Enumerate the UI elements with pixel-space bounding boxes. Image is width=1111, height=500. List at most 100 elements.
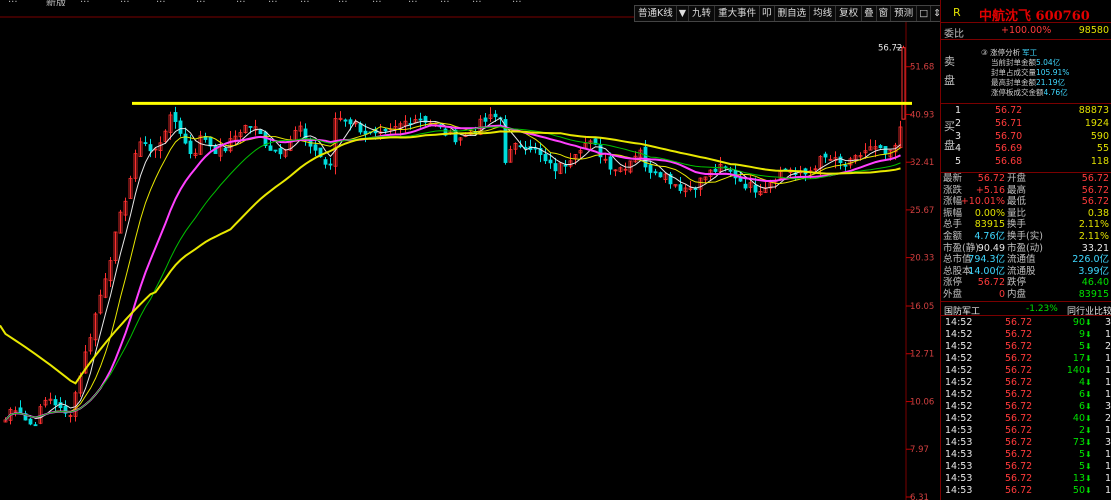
- tick-count: 2: [1104, 341, 1111, 352]
- quote-value: 226.0亿: [1072, 254, 1109, 266]
- candle-body: [313, 144, 318, 151]
- quote-label: 振幅: [943, 207, 963, 219]
- tick-row[interactable]: 14:53 56.72 73 ⬇ 3: [943, 437, 1111, 449]
- window-button[interactable]: 窗: [877, 6, 892, 21]
- tick-row[interactable]: 14:53 56.72 2 ⬇ 1: [943, 425, 1111, 437]
- buy-level-row[interactable]: 3 56.70 590: [955, 131, 1109, 143]
- quote-label: 金额: [943, 231, 963, 242]
- down-arrow-icon: ⬇: [1085, 486, 1092, 495]
- candles-group: [3, 106, 903, 427]
- tick-count: 3: [1104, 401, 1111, 412]
- tick-volume: 5: [1078, 461, 1085, 472]
- kline-type-select[interactable]: 普通K线: [635, 6, 677, 21]
- chart-toolbar: 普通K线▼九转重大事件叩删自选均线复权叠窗预测□⇕◂▾: [634, 5, 965, 22]
- tick-count: 3: [1104, 317, 1111, 328]
- tick-row[interactable]: 14:53 56.72 13 ⬇ 1: [943, 473, 1111, 485]
- tick-time: 14:53: [945, 485, 973, 496]
- tick-volume: 5: [1078, 341, 1085, 352]
- candle-body: [553, 163, 558, 172]
- tip-sector: 军工: [1022, 48, 1038, 57]
- buy-level-row[interactable]: 1 56.72 88873: [955, 105, 1109, 117]
- tick-price: 56.72: [1005, 425, 1033, 436]
- tick-row[interactable]: 14:52 56.72 6 ⬇ 3: [943, 401, 1111, 413]
- down-arrow-icon: ⬇: [1085, 414, 1092, 423]
- down-arrow-icon: ⬇: [1085, 438, 1092, 447]
- down-arrow-icon: ⬇: [1085, 402, 1092, 411]
- candle-body: [33, 424, 38, 427]
- y-tick-label: 25.67: [910, 206, 934, 216]
- down-arrow-icon: ⬇: [1085, 342, 1092, 351]
- quote-label: 总股本: [943, 265, 972, 277]
- quote-value: 2.11%: [1078, 219, 1109, 231]
- adjust-button[interactable]: 复权: [836, 6, 863, 21]
- candle-body: [278, 148, 283, 155]
- ma30-line: [5, 126, 901, 421]
- tick-volume: 73: [1072, 437, 1085, 448]
- forecast-button[interactable]: 预测: [891, 6, 918, 21]
- down-arrow-icon: ⬇: [1085, 318, 1092, 327]
- sell-label-top: 卖: [944, 55, 955, 68]
- tick-count: 1: [1104, 365, 1111, 376]
- tip-key: 涨停板成交金额: [991, 88, 1044, 97]
- candle-body: [548, 159, 553, 164]
- square-icon[interactable]: □: [917, 6, 932, 21]
- buy-level-row[interactable]: 5 56.68 118: [955, 156, 1109, 168]
- major-events-button[interactable]: 重大事件: [715, 6, 761, 21]
- buy-level-index: 1: [955, 105, 962, 116]
- tick-row[interactable]: 14:53 56.72 5 ⬇ 1: [943, 449, 1111, 461]
- overlay-button[interactable]: 叠: [862, 6, 877, 21]
- tick-row[interactable]: 14:52 56.72 6 ⬇ 1: [943, 389, 1111, 401]
- quote-label: 换手: [1007, 219, 1027, 231]
- tick-row[interactable]: 14:52 56.72 4 ⬇ 1: [943, 377, 1111, 389]
- tick-count: 3: [1104, 437, 1111, 448]
- quote-value: 4.76亿: [974, 231, 1005, 242]
- candle-body: [838, 156, 843, 163]
- tick-row[interactable]: 14:53 56.72 5 ⬇ 1: [943, 461, 1111, 473]
- flag-r-icon: R: [953, 6, 961, 19]
- nine-turn-button[interactable]: 九转: [689, 6, 716, 21]
- candle-body: [173, 112, 178, 122]
- buy-level-row[interactable]: 2 56.71 1924: [955, 118, 1109, 130]
- weibi-volume: 98580: [1078, 25, 1109, 36]
- candle-body: [678, 184, 683, 191]
- remove-favorite-button[interactable]: 删自选: [775, 6, 811, 21]
- kline-chart-area[interactable]: ...新版...................................…: [0, 0, 965, 500]
- industry-row[interactable]: 国防军工 -1.23% 同行业比较: [941, 302, 1111, 317]
- quote-value: 90.49: [977, 242, 1005, 254]
- weibi-label: 委比: [944, 29, 964, 40]
- kline-chart[interactable]: 65.2651.6840.9332.4125.6720.3316.0512.71…: [0, 0, 940, 500]
- tip-line: 封单占成交量105.91%: [991, 68, 1105, 78]
- nav-icon[interactable]: 叩: [760, 6, 775, 21]
- quote-row: 涨跌 +5.16 最高 56.72: [943, 185, 1109, 196]
- dropdown-icon[interactable]: ▼: [677, 6, 690, 21]
- tick-row[interactable]: 14:52 56.72 140 ⬇ 1: [943, 365, 1111, 377]
- quote-label: 流通股: [1007, 265, 1036, 277]
- tick-count: 1: [1104, 473, 1111, 484]
- quote-value: 56.72: [1081, 196, 1109, 208]
- tick-price: 56.72: [1005, 341, 1033, 352]
- quote-value: 14.00亿: [968, 265, 1005, 277]
- candle-body: [248, 126, 253, 128]
- buy-level-volume: 590: [1090, 130, 1109, 142]
- ma-button[interactable]: 均线: [810, 6, 837, 21]
- buy-level-volume: 55: [1096, 143, 1109, 155]
- down-arrow-icon: ⬇: [1085, 378, 1092, 387]
- candle-body: [608, 156, 613, 170]
- tick-row[interactable]: 14:53 56.72 50 ⬇ 1: [943, 485, 1111, 497]
- candle-body: [143, 142, 148, 144]
- candle-body: [358, 123, 363, 133]
- tick-row[interactable]: 14:52 56.72 5 ⬇ 2: [943, 341, 1111, 353]
- tick-row[interactable]: 14:52 56.72 40 ⬇ 2: [943, 413, 1111, 425]
- buy-level-price: 56.70: [995, 130, 1023, 142]
- tick-row[interactable]: 14:52 56.72 9 ⬇ 1: [943, 329, 1111, 341]
- candle-body: [208, 136, 213, 147]
- buy-level-row[interactable]: 4 56.69 55: [955, 143, 1109, 155]
- tip-key: 封单占成交量: [991, 68, 1036, 77]
- tick-row[interactable]: 14:52 56.72 17 ⬇ 1: [943, 353, 1111, 365]
- tick-row[interactable]: 14:52 56.72 90 ⬇ 3: [943, 317, 1111, 329]
- info-icon: ③: [981, 48, 988, 57]
- industry-change: -1.23%: [1026, 304, 1058, 314]
- down-arrow-icon: ⬇: [1085, 462, 1092, 471]
- divider: [941, 103, 1111, 104]
- quote-value: 46.40: [1081, 277, 1109, 289]
